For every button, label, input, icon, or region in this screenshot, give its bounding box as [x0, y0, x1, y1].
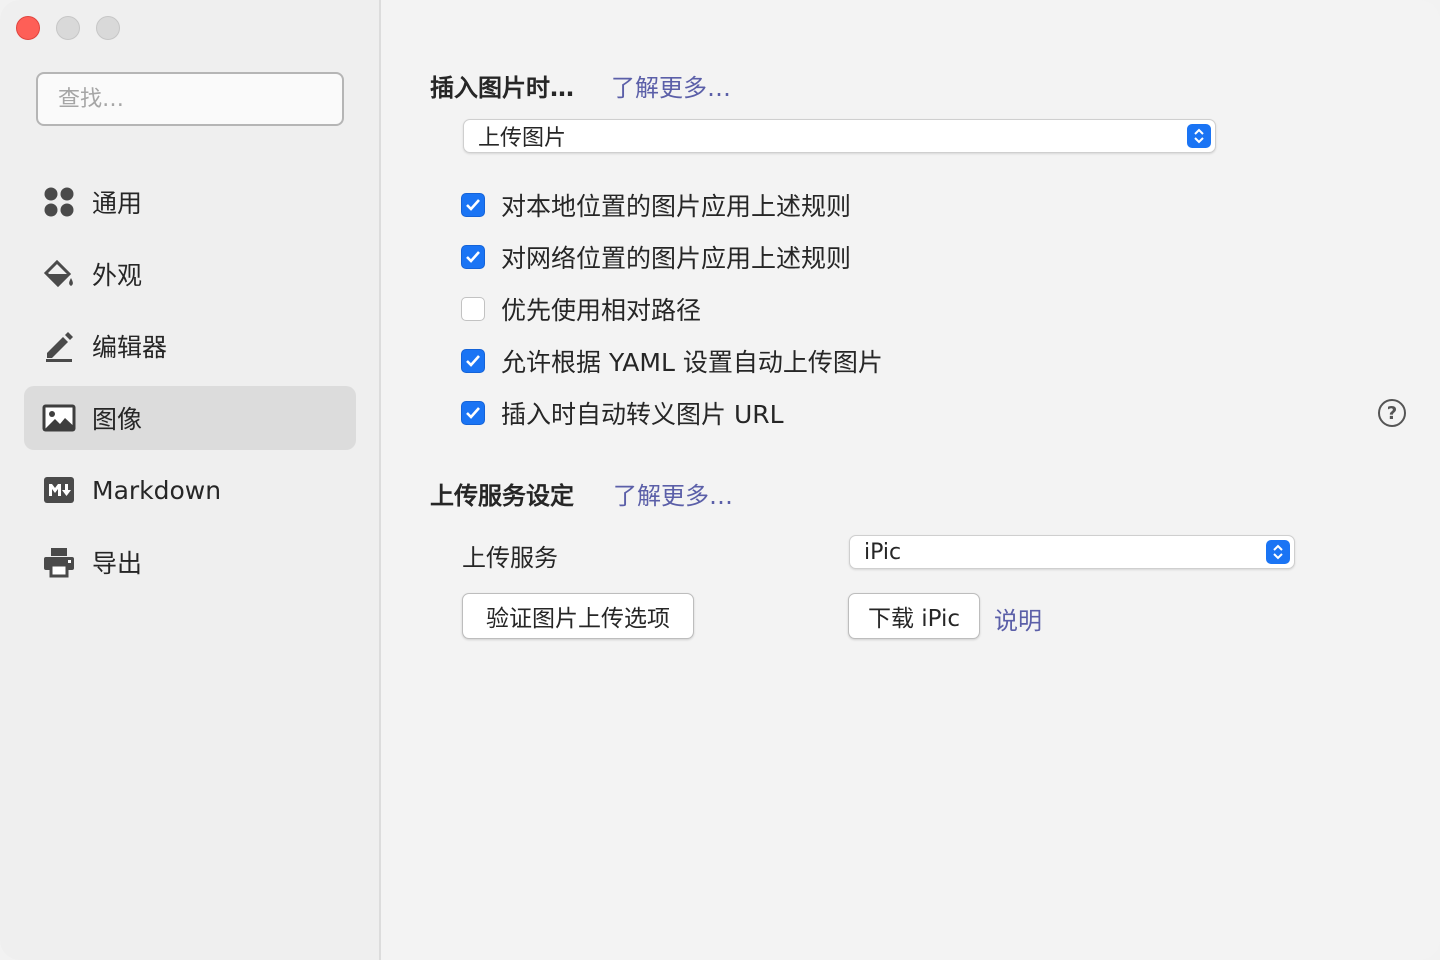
- preferences-window: 通用 外观: [0, 0, 1440, 960]
- help-icon[interactable]: ?: [1378, 399, 1406, 427]
- apply-local-checkbox[interactable]: [461, 193, 485, 217]
- apply-network-checkbox[interactable]: [461, 245, 485, 269]
- sidebar-item-label: 图像: [92, 405, 143, 434]
- explain-link[interactable]: 说明: [994, 601, 1042, 636]
- close-window-button[interactable]: [16, 16, 40, 40]
- upload-service-select[interactable]: iPic: [849, 535, 1295, 569]
- option-row-escape: 插入时自动转义图片 URL: [461, 397, 784, 429]
- printer-icon: [40, 543, 78, 581]
- option-label: 优先使用相对路径: [501, 296, 702, 325]
- upload-service-label: 上传服务: [462, 544, 558, 572]
- insert-action-select[interactable]: 上传图片: [463, 119, 1216, 153]
- sidebar-item-label: 导出: [92, 549, 143, 578]
- upload-service-value: iPic: [864, 539, 902, 565]
- sidebar-item-editor[interactable]: 编辑器: [24, 314, 356, 378]
- option-label: 对本地位置的图片应用上述规则: [501, 192, 852, 221]
- option-row-relative: 优先使用相对路径: [461, 293, 701, 325]
- verify-upload-button[interactable]: 验证图片上传选项: [462, 593, 694, 639]
- traffic-lights: [16, 16, 120, 40]
- main-panel: 插入图片时… 了解更多… 上传图片 对本地位置的图片应用上述规则 对网络位置的图…: [383, 0, 1440, 960]
- sidebar-item-label: 外观: [92, 261, 143, 290]
- image-section-title: 插入图片时…: [430, 74, 574, 102]
- option-row-yaml: 允许根据 YAML 设置自动上传图片: [461, 345, 883, 377]
- image-learn-more-link[interactable]: 了解更多…: [611, 68, 731, 103]
- sidebar-item-label: Markdown: [92, 475, 222, 505]
- option-label: 允许根据 YAML 设置自动上传图片: [501, 348, 883, 377]
- insert-action-value: 上传图片: [478, 126, 567, 151]
- pencil-icon: [40, 327, 78, 365]
- sidebar-item-label: 通用: [92, 189, 143, 218]
- sidebar-item-label: 编辑器: [92, 333, 168, 362]
- zoom-window-button[interactable]: [96, 16, 120, 40]
- option-label: 对网络位置的图片应用上述规则: [501, 244, 852, 273]
- sidebar-item-appearance[interactable]: 外观: [24, 242, 356, 306]
- option-row-network: 对网络位置的图片应用上述规则: [461, 241, 851, 273]
- sidebar-item-image[interactable]: 图像: [24, 386, 356, 450]
- download-ipic-button[interactable]: 下载 iPic: [848, 593, 980, 639]
- upload-learn-more-link[interactable]: 了解更多…: [613, 476, 733, 511]
- sidebar-item-markdown[interactable]: Markdown: [24, 458, 356, 522]
- checkmark-icon: [466, 407, 480, 419]
- sidebar-nav: 通用 外观 编辑器 图像 Markdown 导出: [24, 170, 356, 602]
- upload-section-title: 上传服务设定: [430, 482, 574, 510]
- escape-url-checkbox[interactable]: [461, 401, 485, 425]
- image-icon: [40, 399, 78, 437]
- sidebar-item-export[interactable]: 导出: [24, 530, 356, 594]
- markdown-icon: [40, 471, 78, 509]
- checkmark-icon: [466, 199, 480, 211]
- checkmark-icon: [466, 355, 480, 367]
- chevron-updown-icon: [1187, 124, 1211, 148]
- checkmark-icon: [466, 251, 480, 263]
- sidebar-item-general[interactable]: 通用: [24, 170, 356, 234]
- paint-bucket-icon: [40, 255, 78, 293]
- prefer-relative-checkbox[interactable]: [461, 297, 485, 321]
- option-label: 插入时自动转义图片 URL: [501, 400, 784, 429]
- grid-icon: [40, 183, 78, 221]
- sidebar: 通用 外观: [0, 0, 381, 960]
- minimize-window-button[interactable]: [56, 16, 80, 40]
- search-input[interactable]: [36, 72, 344, 126]
- yaml-upload-checkbox[interactable]: [461, 349, 485, 373]
- chevron-updown-icon: [1266, 540, 1290, 564]
- option-row-local: 对本地位置的图片应用上述规则: [461, 189, 851, 221]
